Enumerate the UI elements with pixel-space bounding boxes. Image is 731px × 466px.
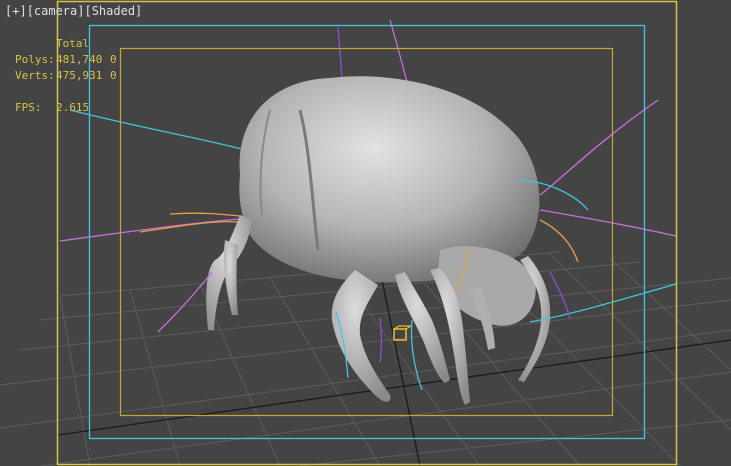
stats-verts-selected: 0 bbox=[110, 69, 117, 82]
viewport-canvas[interactable]: [+][camera][Shaded] Total Polys: 481,740… bbox=[0, 0, 731, 466]
stats-polys-selected: 0 bbox=[110, 53, 117, 66]
stats-fps-label: FPS: bbox=[15, 101, 42, 114]
viewport-shading-menu[interactable]: [Shaded] bbox=[84, 4, 142, 18]
stats-polys-label: Polys: bbox=[15, 53, 55, 66]
viewport-plus-menu[interactable]: [+] bbox=[5, 4, 27, 18]
creature-leg-left-back bbox=[223, 240, 238, 315]
stats-fps-value: 2.615 bbox=[56, 101, 90, 114]
stats-polys-total: 481,740 bbox=[56, 53, 103, 66]
stats-verts-label: Verts: bbox=[15, 69, 55, 82]
stats-verts-total: 475,931 bbox=[56, 69, 103, 82]
viewport-label-menu[interactable]: [+][camera][Shaded] bbox=[5, 4, 142, 18]
viewport-camera-menu[interactable]: [camera] bbox=[27, 4, 85, 18]
creature-model[interactable] bbox=[206, 76, 551, 405]
grid-axis-lines bbox=[57, 269, 731, 466]
stats-total-header: Total bbox=[56, 37, 90, 50]
